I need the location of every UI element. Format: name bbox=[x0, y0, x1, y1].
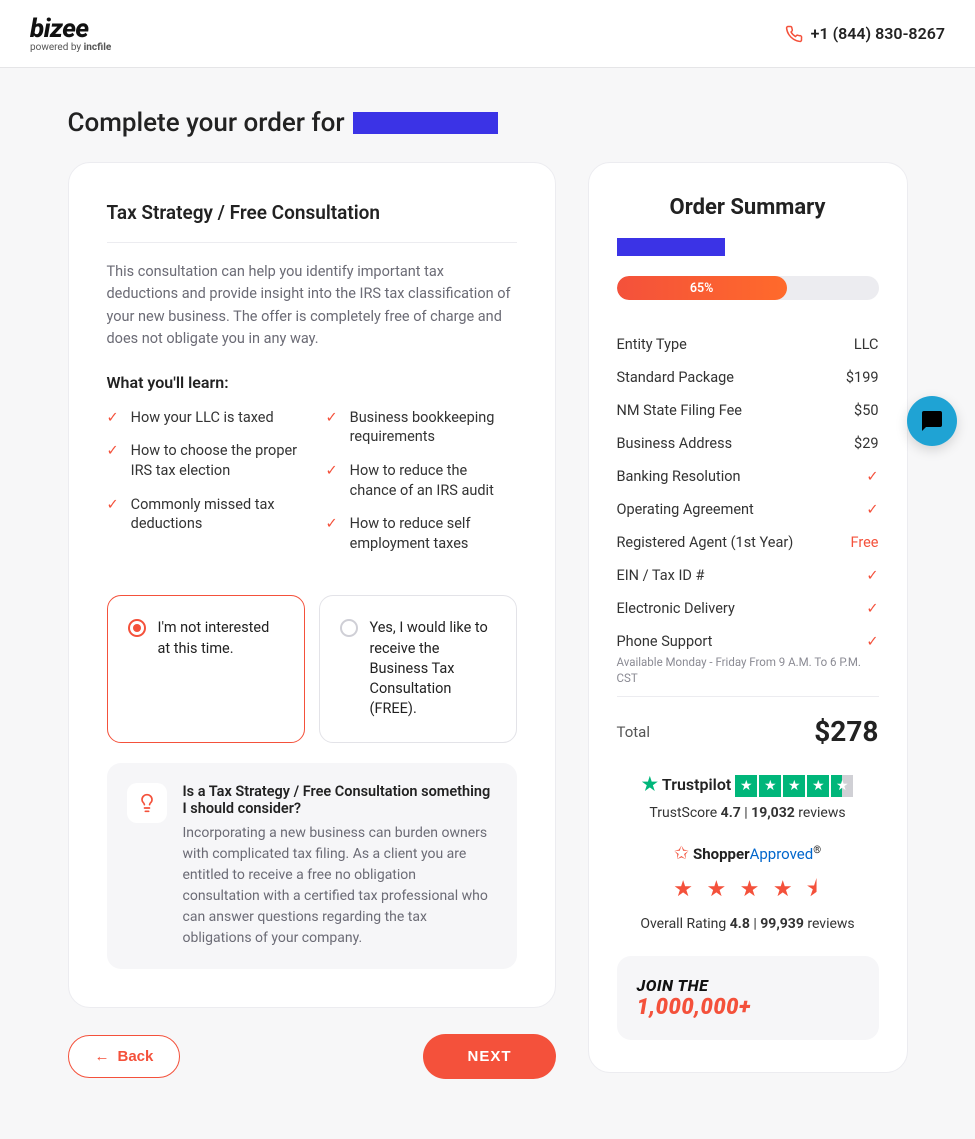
check-icon: ✓ bbox=[866, 567, 878, 584]
summary-line-item: Business Address $29 bbox=[617, 427, 879, 460]
option-yes-consultation[interactable]: Yes, I would like to receive the Busines… bbox=[319, 595, 517, 742]
summary-line-item: Banking Resolution ✓ bbox=[617, 460, 879, 493]
check-icon: ✓ bbox=[866, 468, 878, 485]
join-card: JOIN THE 1,000,000+ bbox=[617, 956, 879, 1040]
trustpilot-logo: ★ Trustpilot bbox=[642, 774, 731, 795]
next-button[interactable]: NEXT bbox=[423, 1034, 555, 1079]
line-item-label: Banking Resolution bbox=[617, 468, 741, 485]
total-label: Total bbox=[617, 723, 651, 741]
star-icon: ✩ bbox=[674, 843, 689, 864]
join-line-1: JOIN THE bbox=[637, 976, 859, 995]
back-button[interactable]: ← Back bbox=[68, 1035, 181, 1078]
summary-title: Order Summary bbox=[617, 195, 879, 220]
phone-support-note: Available Monday - Friday From 9 A.M. To… bbox=[617, 654, 879, 686]
learn-item: ✓ Commonly missed tax deductions bbox=[107, 495, 298, 534]
shopper-stars: ★ ★ ★ ★ ⯨ bbox=[617, 872, 879, 910]
option-label: I'm not interested at this time. bbox=[158, 618, 284, 719]
learn-item: ✓ How to reduce self employment taxes bbox=[326, 514, 517, 553]
logo-main: bizee bbox=[30, 14, 89, 44]
line-item-label: Registered Agent (1st Year) bbox=[617, 534, 794, 551]
summary-line-item: Entity Type LLC bbox=[617, 328, 879, 361]
shopper-score-line: Overall Rating 4.8 | 99,939 reviews bbox=[617, 916, 879, 932]
trustpilot-score-line: TrustScore 4.7 | 19,032 reviews bbox=[617, 805, 879, 821]
summary-line-item: Standard Package $199 bbox=[617, 361, 879, 394]
phone-icon bbox=[785, 25, 803, 43]
tip-answer: Incorporating a new business can burden … bbox=[183, 823, 497, 949]
progress-fill: 65% bbox=[617, 276, 787, 300]
option-not-interested[interactable]: I'm not interested at this time. bbox=[107, 595, 305, 742]
learn-item: ✓ Business bookkeeping requirements bbox=[326, 408, 517, 447]
check-icon: ✓ bbox=[107, 441, 119, 480]
line-item-label: Standard Package bbox=[617, 369, 734, 386]
line-item-label: Operating Agreement bbox=[617, 501, 754, 518]
order-summary-card: Order Summary 65% Entity Type LLC Standard… bbox=[588, 162, 908, 1073]
check-icon: ✓ bbox=[866, 501, 878, 518]
card-title: Tax Strategy / Free Consultation bbox=[107, 201, 517, 224]
shopper-approved-logo: ✩ ShopperApproved® bbox=[674, 843, 821, 864]
consultation-card: Tax Strategy / Free Consultation This co… bbox=[68, 162, 556, 1008]
redacted-company-name bbox=[617, 238, 725, 256]
check-icon: ✓ bbox=[107, 408, 119, 428]
logo[interactable]: bizee powered by incfile bbox=[30, 14, 111, 53]
line-item-value: $50 bbox=[854, 402, 878, 419]
radio-icon bbox=[128, 619, 146, 637]
total-value: $278 bbox=[814, 715, 878, 748]
header-phone[interactable]: +1 (844) 830-8267 bbox=[785, 24, 945, 43]
chat-fab[interactable] bbox=[907, 396, 957, 446]
check-icon: ✓ bbox=[107, 495, 119, 534]
check-icon: ✓ bbox=[326, 408, 338, 447]
summary-line-item: Registered Agent (1st Year) Free bbox=[617, 526, 879, 559]
card-description: This consultation can help you identify … bbox=[107, 261, 517, 351]
check-icon: ✓ bbox=[866, 633, 878, 650]
line-item-label: Business Address bbox=[617, 435, 733, 452]
option-label: Yes, I would like to receive the Busines… bbox=[370, 618, 496, 719]
chat-icon bbox=[920, 409, 944, 433]
tip-question: Is a Tax Strategy / Free Consultation so… bbox=[183, 783, 497, 817]
learn-item: ✓ How to reduce the chance of an IRS aud… bbox=[326, 461, 517, 500]
summary-line-item: EIN / Tax ID # ✓ bbox=[617, 559, 879, 592]
progress-bar: 65% bbox=[617, 276, 879, 300]
app-header: bizee powered by incfile +1 (844) 830-82… bbox=[0, 0, 975, 68]
summary-line-item: Electronic Delivery ✓ bbox=[617, 592, 879, 625]
line-item-value: LLC bbox=[854, 336, 879, 353]
summary-line-item: NM State Filing Fee $50 bbox=[617, 394, 879, 427]
line-item-value: $199 bbox=[846, 369, 879, 386]
line-item-label: Entity Type bbox=[617, 336, 687, 353]
check-icon: ✓ bbox=[326, 514, 338, 553]
arrow-left-icon: ← bbox=[95, 1048, 110, 1065]
redacted-company-name bbox=[353, 112, 498, 134]
check-icon: ✓ bbox=[866, 600, 878, 617]
summary-line-item: Operating Agreement ✓ bbox=[617, 493, 879, 526]
shopper-approved-block: ✩ ShopperApproved® ★ ★ ★ ★ ⯨ Overall Rat… bbox=[617, 843, 879, 932]
line-item-value: $29 bbox=[854, 435, 878, 452]
page-title: Complete your order for bbox=[68, 108, 908, 138]
phone-number: +1 (844) 830-8267 bbox=[811, 24, 945, 43]
trustpilot-stars: ★★★★★ bbox=[735, 775, 853, 797]
logo-sub: powered by incfile bbox=[30, 42, 111, 53]
line-item-label: EIN / Tax ID # bbox=[617, 567, 705, 584]
star-icon: ★ bbox=[642, 774, 658, 795]
line-item-label: Electronic Delivery bbox=[617, 600, 735, 617]
learn-item: ✓ How your LLC is taxed bbox=[107, 408, 298, 428]
tip-box: Is a Tax Strategy / Free Consultation so… bbox=[107, 763, 517, 969]
radio-icon bbox=[340, 619, 358, 637]
line-item-label: NM State Filing Fee bbox=[617, 402, 742, 419]
check-icon: ✓ bbox=[326, 461, 338, 500]
trustpilot-block: ★ Trustpilot ★★★★★ TrustScore 4.7 | 19,0… bbox=[617, 774, 879, 821]
learn-title: What you'll learn: bbox=[107, 373, 517, 392]
lightbulb-icon bbox=[127, 783, 167, 823]
line-item-value: Free bbox=[851, 534, 879, 551]
learn-item: ✓ How to choose the proper IRS tax elect… bbox=[107, 441, 298, 480]
join-line-2: 1,000,000+ bbox=[637, 995, 859, 1020]
line-item-label: Phone Support bbox=[617, 633, 713, 650]
